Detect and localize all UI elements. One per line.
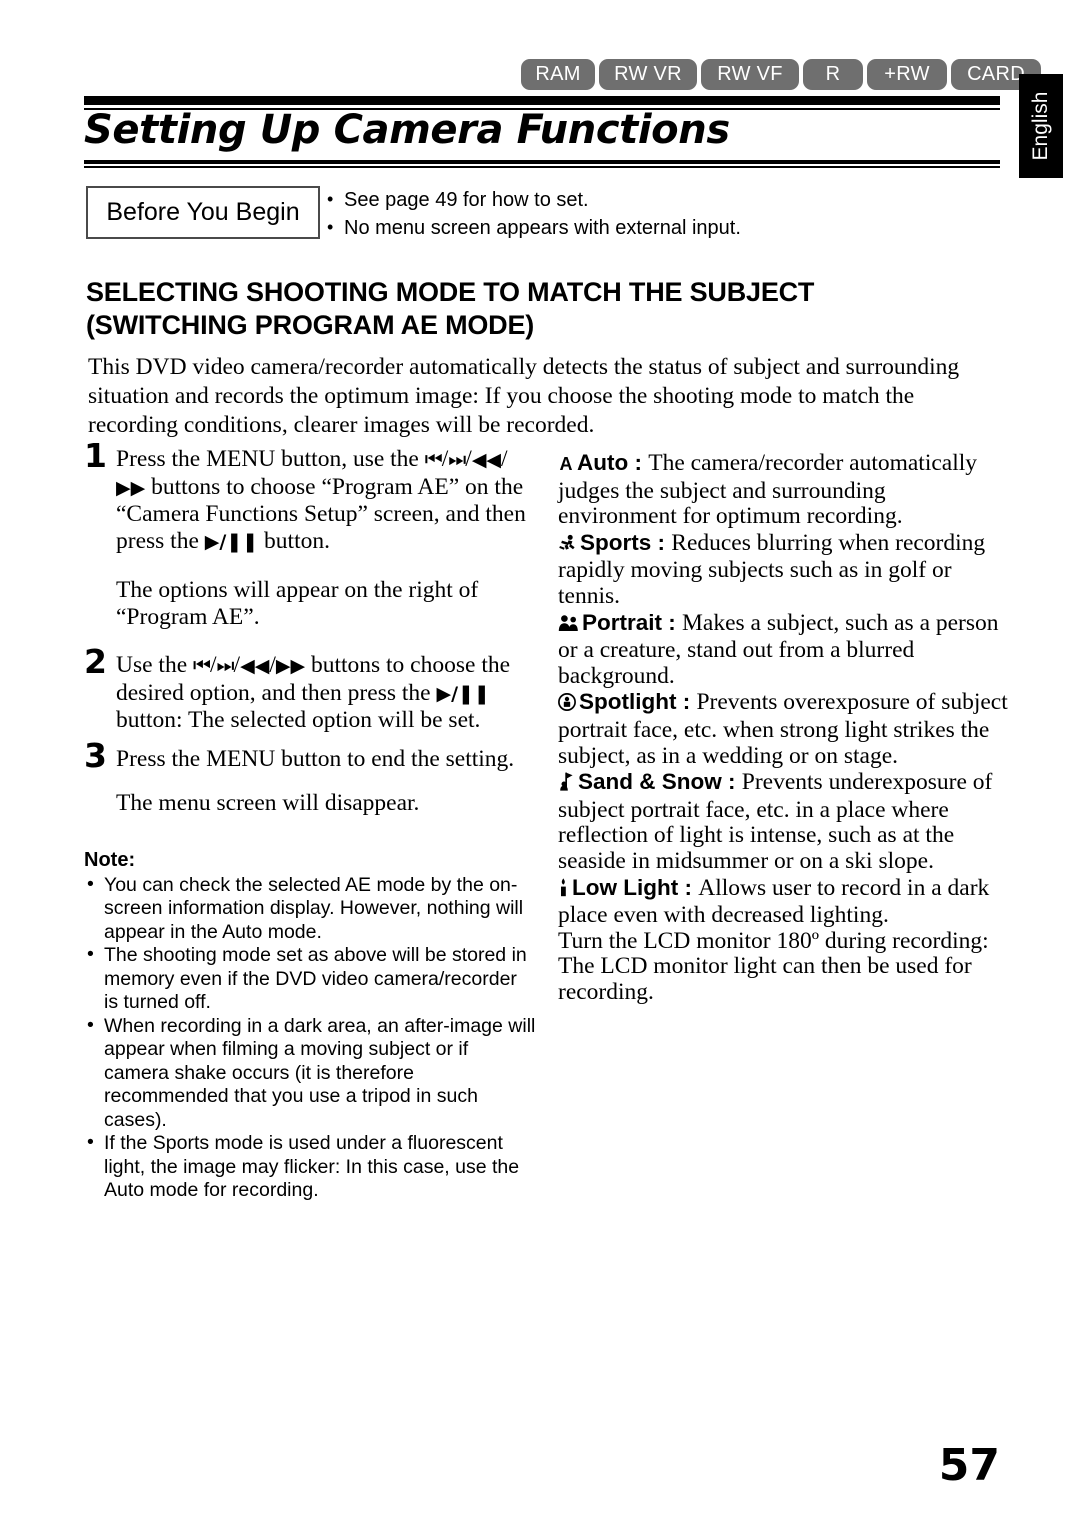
step-3: 3 Press the MENU button to end the settin… (84, 739, 536, 773)
two-people-icon (558, 613, 579, 639)
fast-forward-icon: ▶▶ (116, 476, 146, 499)
person-with-flag-icon (558, 772, 575, 798)
skip-forward-icon: ⏭ (216, 653, 235, 677)
steps-column: 1 Press the MENU button, use the ⏮/⏭/◀◀/▶… (84, 439, 536, 817)
step-3-result: The menu screen will disappear. (116, 790, 420, 816)
step-1-number: 1 (84, 436, 107, 475)
ae-mode-low-light-colon: : (678, 874, 699, 900)
list-item: If the Sports mode is used under a fluor… (84, 1131, 536, 1203)
skip-back-icon: ⏮ (193, 653, 211, 677)
skip-back-icon: ⏮ (424, 447, 443, 471)
ae-mode-low-light-name: Low Light (572, 874, 679, 900)
candle-low-light-icon (558, 877, 569, 904)
list-item: When recording in a dark area, an after-… (84, 1014, 536, 1133)
note-title: Note: (84, 849, 136, 871)
page-title: Setting Up Camera Functions (84, 107, 730, 153)
section-heading-line-2: (SWITCHING PROGRAM AE MODE) (86, 310, 535, 340)
ae-mode-spotlight-name: Spotlight (579, 689, 677, 715)
step-1: 1 Press the MENU button, use the ⏮/⏭/◀◀/▶… (84, 439, 536, 555)
rewind-icon: ◀◀ (471, 449, 502, 471)
step-1-text-c: button. (258, 527, 330, 554)
title-rule-bottom (84, 160, 1000, 168)
ae-mode-sand-snow-colon: : (721, 769, 742, 795)
ae-mode-sports: Sports : Reduces blurring when recording… (558, 530, 1008, 610)
ae-mode-sand-snow-name: Sand & Snow (578, 769, 722, 795)
step-2-text-a: Use the (116, 652, 194, 678)
letter-a-icon: A (558, 453, 574, 479)
before-you-begin-list: See page 49 for how to set. No menu scre… (322, 187, 962, 244)
ae-mode-auto-name: Auto (577, 450, 629, 475)
badge-rw-vf: RW VF (701, 59, 799, 90)
step-3-number: 3 (84, 735, 107, 775)
ae-mode-low-light: Low Light : Allows user to record in a d… (558, 875, 1008, 929)
language-side-tab: English (1019, 74, 1063, 178)
ae-mode-portrait-name: Portrait (582, 609, 663, 635)
list-item: No menu screen appears with external inp… (322, 215, 962, 241)
section-heading: SELECTING SHOOTING MODE TO MATCH THE SUB… (86, 276, 1002, 342)
step-1-result: The options will appear on the right of … (116, 577, 479, 630)
badge-r: R (803, 59, 863, 90)
ae-mode-sports-colon: : (651, 529, 672, 555)
ae-modes-column: A Auto : The camera/recorder automaticall… (558, 450, 1008, 1005)
disc-format-badge-row: RAM RW VR RW VF R +RW CARD (521, 59, 1041, 90)
badge-plus-rw: +RW (867, 59, 947, 90)
ae-mode-portrait: Portrait : Makes a subject, such as a pe… (558, 610, 1008, 690)
step-2: 2 Use the ⏮/⏭/◀◀/▶▶ buttons to choose the… (84, 645, 536, 734)
section-heading-line-1: SELECTING SHOOTING MODE TO MATCH THE SUB… (86, 277, 815, 307)
ae-mode-auto-colon: : (628, 450, 649, 475)
rewind-icon: ◀◀ (240, 655, 270, 677)
page-number: 57 (938, 1440, 1000, 1491)
play-pause-icon: ▶/❚❚ (204, 530, 259, 553)
closing-paragraph: Turn the LCD monitor 180º during recordi… (558, 927, 989, 1005)
ae-mode-spotlight-colon: : (676, 689, 697, 715)
ae-mode-sports-name: Sports (580, 529, 652, 555)
step-2-text-c: button: The selected option will be set. (116, 707, 481, 733)
language-tab-label: English (1029, 91, 1052, 161)
ae-mode-sand-snow: Sand & Snow : Prevents underexposure of … (558, 769, 1008, 874)
list-item: The shooting mode set as above will be s… (84, 943, 536, 1015)
skip-forward-icon: ⏭ (448, 447, 466, 471)
fast-forward-icon: ▶▶ (275, 655, 306, 677)
badge-ram: RAM (521, 59, 595, 90)
spotlight-person-circle-icon (558, 692, 576, 718)
list-item: See page 49 for how to set. (322, 187, 962, 213)
step-3-text: Press the MENU button to end the setting… (116, 745, 515, 772)
badge-rw-vr: RW VR (599, 59, 697, 90)
play-pause-icon: ▶/❚❚ (436, 682, 490, 705)
svg-text:A: A (560, 455, 573, 472)
note-block: Note: You can check the selected AE mode… (84, 849, 536, 1203)
step-1-text-a: Press the MENU button, use the (116, 446, 425, 472)
step-1-sep-3: / (501, 446, 508, 472)
ae-mode-spotlight: Spotlight : Prevents overexposure of sub… (558, 689, 1008, 769)
before-you-begin-label: Before You Begin (106, 198, 300, 226)
ae-mode-auto: A Auto : The camera/recorder automaticall… (558, 450, 1008, 530)
list-item: You can check the selected AE mode by th… (84, 873, 536, 945)
step-2-number: 2 (84, 642, 107, 681)
intro-paragraph: This DVD video camera/recorder automatic… (88, 354, 960, 438)
before-you-begin-box: Before You Begin (86, 186, 320, 239)
note-list: You can check the selected AE mode by th… (84, 873, 536, 1203)
running-person-icon (558, 533, 577, 559)
ae-mode-portrait-colon: : (662, 609, 683, 635)
